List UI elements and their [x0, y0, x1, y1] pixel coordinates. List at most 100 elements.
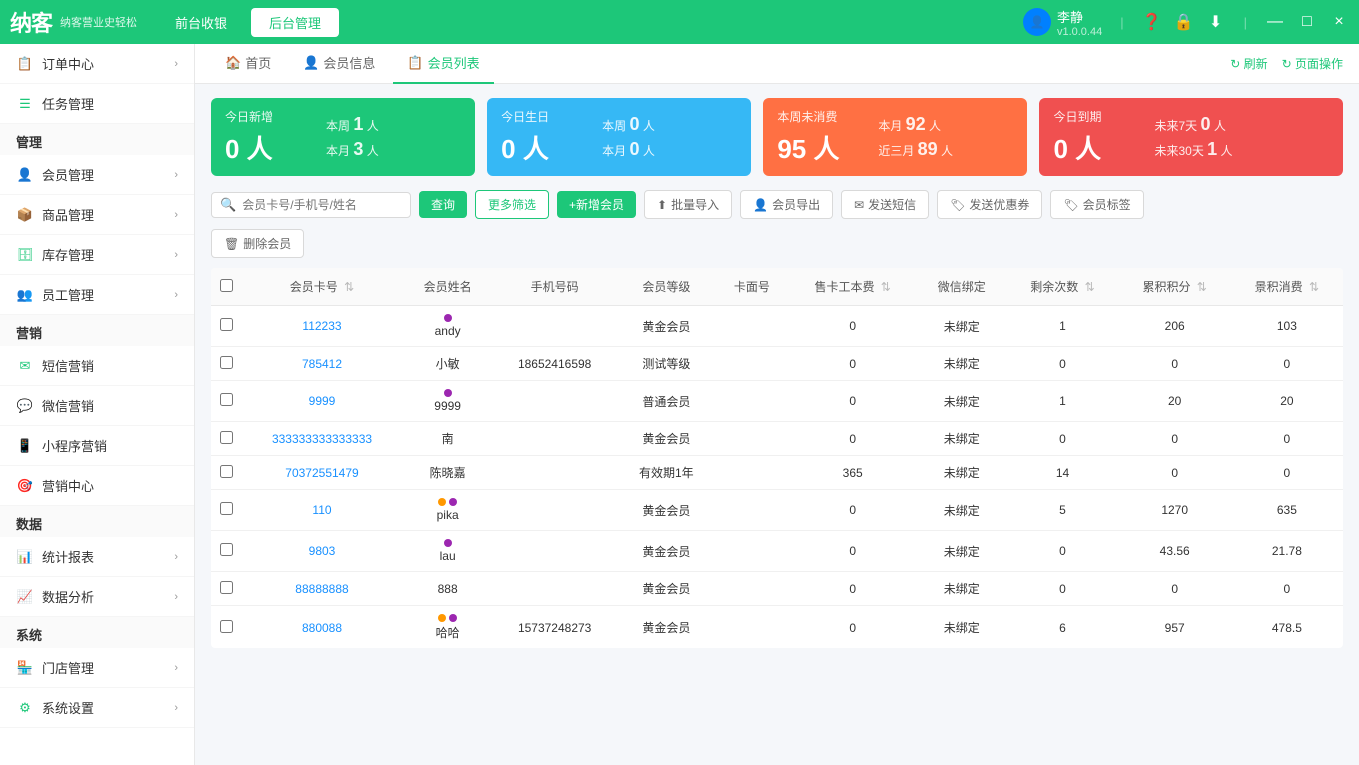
minimize-button[interactable]: — [1265, 13, 1285, 31]
member-card-no[interactable]: 110 [241, 490, 403, 531]
tab-member-info[interactable]: 👤 会员信息 [289, 44, 389, 84]
member-phone [492, 572, 617, 606]
row-checkbox[interactable] [220, 431, 233, 444]
member-card-no[interactable]: 88888888 [241, 572, 403, 606]
row-checkbox-cell[interactable] [211, 531, 241, 572]
sidebar-item-analytics[interactable]: 📈 数据分析 › [0, 577, 194, 617]
row-checkbox-cell[interactable] [211, 347, 241, 381]
row-checkbox[interactable] [220, 581, 233, 594]
nav-admin-button[interactable]: 后台管理 [251, 8, 339, 37]
member-card-no[interactable]: 9803 [241, 531, 403, 572]
member-card-no[interactable]: 785412 [241, 347, 403, 381]
add-member-button[interactable]: +新增会员 [557, 191, 636, 218]
sidebar-item-store[interactable]: 🏪 门店管理 › [0, 648, 194, 688]
row-checkbox[interactable] [220, 465, 233, 478]
sort-icon[interactable]: ⇅ [1197, 280, 1207, 294]
search-button[interactable]: 查询 [419, 191, 467, 218]
row-checkbox[interactable] [220, 502, 233, 515]
sidebar-item-products[interactable]: 📦 商品管理 › [0, 195, 194, 235]
row-checkbox-cell[interactable] [211, 490, 241, 531]
sort-icon[interactable]: ⇅ [881, 280, 891, 294]
member-name-cell: lau [403, 531, 492, 572]
sms-button[interactable]: ✉ 发送短信 [841, 190, 929, 219]
sidebar-item-inventory[interactable]: 🗄 库存管理 › [0, 235, 194, 275]
tab-member-list[interactable]: 📋 会员列表 [393, 44, 493, 84]
close-button[interactable]: × [1329, 13, 1349, 31]
member-card-no[interactable]: 112233 [241, 306, 403, 347]
row-checkbox[interactable] [220, 543, 233, 556]
analytics-icon: 📈 [16, 589, 34, 605]
sidebar-item-settings[interactable]: ⚙ 系统设置 › [0, 688, 194, 728]
row-checkbox[interactable] [220, 393, 233, 406]
table-scroll-area[interactable]: 会员卡号 ⇅ 会员姓名 手机号码 会员等级 卡面号 售卡工本费 ⇅ 微信绑定 剩… [211, 268, 1343, 648]
search-box[interactable]: 🔍 [211, 192, 411, 218]
sort-icon[interactable]: ⇅ [344, 280, 354, 294]
download-icon[interactable]: ⬇ [1206, 12, 1226, 32]
export-icon: 👤 [753, 198, 768, 212]
member-remain: 14 [1006, 456, 1118, 490]
sort-icon[interactable]: ⇅ [1085, 280, 1095, 294]
sidebar-item-marketing-center[interactable]: 🎯 营销中心 [0, 466, 194, 506]
member-points: 0 [1119, 572, 1231, 606]
products-icon: 📦 [16, 207, 34, 223]
tab-label: 首页 [245, 53, 271, 72]
member-name-text: lau [440, 549, 456, 563]
stat-card-expiry: 今日到期 0 人 未来7天 0 人 未来30天 1 人 [1039, 98, 1343, 176]
delete-member-button[interactable]: 🗑 删除会员 [211, 229, 304, 258]
sidebar-item-members[interactable]: 👤 会员管理 › [0, 155, 194, 195]
row-checkbox-cell[interactable] [211, 422, 241, 456]
member-phone [492, 422, 617, 456]
sort-icon[interactable]: ⇅ [1309, 280, 1319, 294]
select-all-header[interactable] [211, 268, 241, 306]
stats-row: 今日新增 0 人 本周 1 人 本月 3 人 今日生日 0 人 [211, 98, 1343, 176]
member-name-text: 小敏 [436, 355, 460, 372]
maximize-button[interactable]: □ [1297, 13, 1317, 31]
row-checkbox-cell[interactable] [211, 381, 241, 422]
row-checkbox-cell[interactable] [211, 456, 241, 490]
member-remain: 1 [1006, 381, 1118, 422]
member-card-no[interactable]: 880088 [241, 606, 403, 649]
row-checkbox[interactable] [220, 318, 233, 331]
member-wechat: 未绑定 [917, 347, 1006, 381]
stat-value: 0 人 [225, 129, 305, 166]
help-icon[interactable]: ❓ [1142, 12, 1162, 32]
row-checkbox[interactable] [220, 620, 233, 633]
stat-card-birthday: 今日生日 0 人 本周 0 人 本月 0 人 [487, 98, 751, 176]
member-consume: 0 [1231, 572, 1343, 606]
row-checkbox-cell[interactable] [211, 572, 241, 606]
sidebar-item-reports[interactable]: 📊 统计报表 › [0, 537, 194, 577]
nav-cashier-button[interactable]: 前台收银 [157, 8, 245, 37]
member-consume: 0 [1231, 456, 1343, 490]
member-card-no[interactable]: 9999 [241, 381, 403, 422]
lock-icon[interactable]: 🔒 [1174, 12, 1194, 32]
sidebar-item-wechat-marketing[interactable]: 💬 微信营销 [0, 386, 194, 426]
sidebar-item-sms[interactable]: ✉ 短信营销 [0, 346, 194, 386]
import-button[interactable]: ⬆ 批量导入 [644, 190, 732, 219]
sidebar-item-staff[interactable]: 👥 员工管理 › [0, 275, 194, 315]
table-body: 112233andy黄金会员0未绑定1206103785412小敏1865241… [211, 306, 1343, 649]
tab-home[interactable]: 🏠 首页 [211, 44, 285, 84]
orders-icon: 📋 [16, 56, 34, 72]
row-checkbox-cell[interactable] [211, 606, 241, 649]
select-all-checkbox[interactable] [220, 279, 233, 292]
member-card-no[interactable]: 70372551479 [241, 456, 403, 490]
row-checkbox-cell[interactable] [211, 306, 241, 347]
page-op-button[interactable]: ↻ 页面操作 [1282, 55, 1343, 72]
tag-button[interactable]: 🏷 会员标签 [1050, 190, 1143, 219]
member-cost: 0 [788, 381, 917, 422]
sidebar-item-tasks[interactable]: ☰ 任务管理 [0, 84, 194, 124]
member-phone [492, 456, 617, 490]
row-checkbox[interactable] [220, 356, 233, 369]
member-card-face [716, 606, 789, 649]
search-input[interactable] [242, 198, 392, 212]
export-button[interactable]: 👤 会员导出 [740, 190, 833, 219]
member-level: 黄金会员 [617, 606, 716, 649]
sidebar-item-orders[interactable]: 📋 订单中心 › [0, 44, 194, 84]
divider2: | [1244, 15, 1247, 30]
filter-button[interactable]: 更多筛选 [475, 190, 549, 219]
sidebar-item-miniapp[interactable]: 📱 小程序营销 [0, 426, 194, 466]
refresh-button[interactable]: ↻ 刷新 [1230, 55, 1267, 72]
member-card-no[interactable]: 333333333333333 [241, 422, 403, 456]
stat-right: 本周 1 人 本月 3 人 [326, 114, 406, 160]
coupon-button[interactable]: 🏷 发送优惠券 [937, 190, 1042, 219]
